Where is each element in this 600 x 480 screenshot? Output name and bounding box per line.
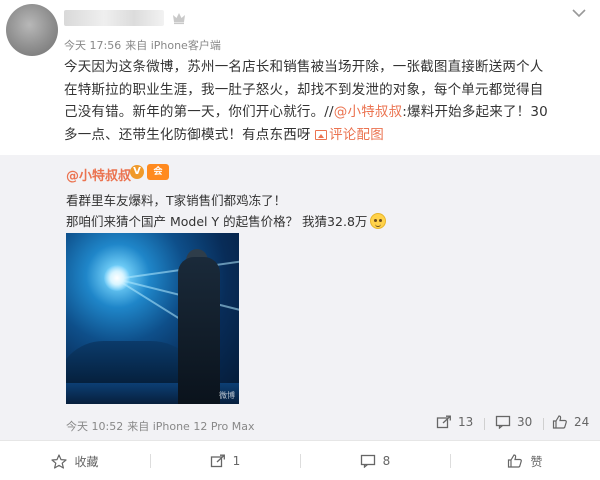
comment-pic-link[interactable]: 评论配图 xyxy=(315,127,384,143)
repost-button[interactable]: 1 xyxy=(150,441,300,480)
thumbs-up-icon xyxy=(508,454,523,468)
repost-author[interactable]: @小特叔叔 xyxy=(66,165,131,184)
repost-meta: 今天 10:52 来自 iPhone 12 Pro Max xyxy=(66,418,255,434)
member-badge-icon: 会 xyxy=(147,164,169,180)
comment-icon xyxy=(495,415,511,429)
username-blurred[interactable] xyxy=(64,10,164,26)
repost-forward-button[interactable]: 13 xyxy=(436,415,473,429)
member-crown-icon xyxy=(173,13,185,25)
comment-button[interactable]: 8 xyxy=(300,441,450,480)
favorite-button[interactable]: 收藏 xyxy=(0,441,150,480)
post-text-line: 在特斯拉的职业生涯，我一肚子怒火，却找不到发泄的对象，每个单元都觉得自 xyxy=(64,81,544,98)
post-text-line: 己没有错。新年的第一天，你们开心就行。//@小特叔叔:爆料开始多起来了！30 xyxy=(64,104,548,120)
weibo-post: 今天 17:56 来自 iPhone客户端 今天因为这条微博，苏州一名店长和销售被… xyxy=(0,0,600,480)
share-icon xyxy=(210,454,225,468)
like-button[interactable]: 赞 xyxy=(450,441,600,480)
reposted-content[interactable]: @小特叔叔 V 会 看群里车友爆料，T家销售们都鸡冻了！ 那咱们来猜个国产 Mo… xyxy=(0,155,600,440)
repost-source: 来自 iPhone 12 Pro Max xyxy=(127,420,255,433)
comment-icon xyxy=(360,454,375,468)
repost-text-line: 看群里车友爆料，T家销售们都鸡冻了！ xyxy=(66,193,287,208)
star-icon xyxy=(51,453,68,469)
post-text-line: 多一点、还带生化防御模式！有点东西呀 评论配图 xyxy=(64,126,384,143)
share-icon xyxy=(436,415,451,429)
action-bar: 收藏 1 8 赞 xyxy=(0,440,600,480)
avatar[interactable] xyxy=(6,4,58,56)
verified-icon: V xyxy=(130,165,144,179)
picture-icon xyxy=(315,129,328,140)
repost-text-line: 那咱们来猜个国产 Model Y 的起售价格？ 我猜32.8万 xyxy=(66,211,387,230)
post-text-line: 今天因为这条微博，苏州一名店长和销售被当场开除，一张截图直接断送两个人 xyxy=(64,59,544,75)
mention-link[interactable]: @小特叔叔 xyxy=(334,104,403,120)
repost-comment-button[interactable]: 30 xyxy=(495,415,532,429)
post-text: 今天因为这条微博，苏州一名店长和销售被当场开除，一张截图直接断送两个人 在特斯拉… xyxy=(64,56,584,146)
thumbs-up-icon xyxy=(552,415,567,429)
repost-like-button[interactable]: 24 xyxy=(552,415,589,429)
doge-emoji-icon xyxy=(370,213,387,229)
post-meta: 今天 17:56 来自 iPhone客户端 xyxy=(64,37,221,53)
repost-time[interactable]: 今天 10:52 xyxy=(66,420,123,433)
repost-photo[interactable]: 微博 xyxy=(66,233,239,404)
post-time[interactable]: 今天 17:56 xyxy=(64,39,121,52)
post-source: 来自 iPhone客户端 xyxy=(125,39,221,52)
photo-watermark: 微博 xyxy=(219,391,235,400)
chevron-down-icon[interactable] xyxy=(570,6,588,20)
